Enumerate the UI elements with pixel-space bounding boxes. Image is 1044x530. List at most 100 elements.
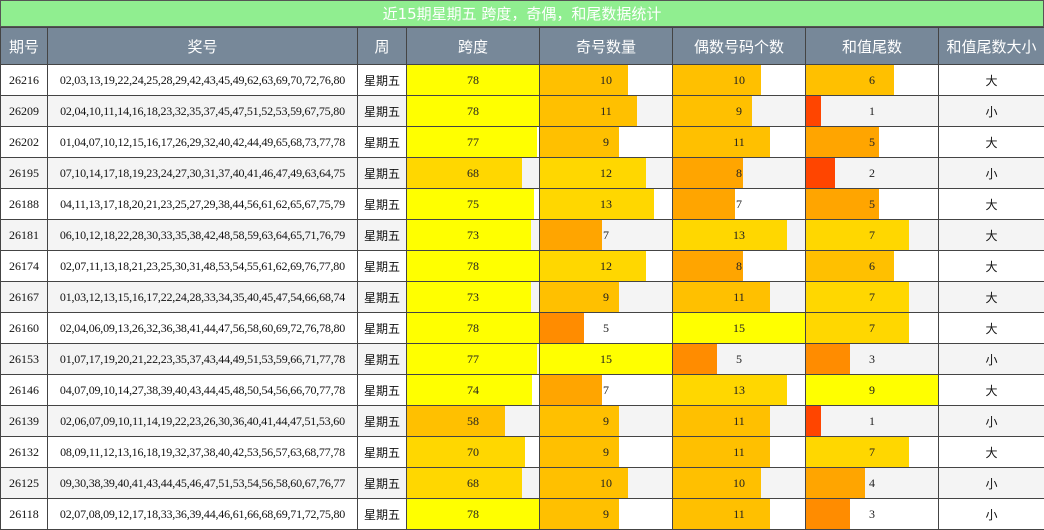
sum-tail-cell: 7	[806, 313, 939, 344]
sum-tail-value: 7	[806, 282, 938, 312]
header-numbers[interactable]: 奖号	[48, 28, 358, 65]
sum-tail-cell: 5	[806, 127, 939, 158]
even-count-cell: 15	[673, 313, 806, 344]
odd-count-cell: 9	[540, 499, 673, 530]
numbers-cell: 02,04,06,09,13,26,32,36,38,41,44,47,56,5…	[48, 313, 358, 344]
sum-tail-size-cell: 大	[939, 65, 1044, 96]
table-title: 近15期星期五 跨度，奇偶，和尾数据统计	[0, 0, 1044, 27]
odd-count-cell: 9	[540, 406, 673, 437]
sum-tail-size-cell: 大	[939, 189, 1044, 220]
even-count-value: 10	[673, 65, 805, 95]
sum-tail-size-cell: 小	[939, 406, 1044, 437]
numbers-cell: 01,07,17,19,20,21,22,23,35,37,43,44,49,5…	[48, 344, 358, 375]
span-value: 68	[407, 468, 539, 498]
odd-count-cell: 11	[540, 96, 673, 127]
issue-cell: 26181	[1, 220, 48, 251]
numbers-cell: 02,06,07,09,10,11,14,19,22,23,26,30,36,4…	[48, 406, 358, 437]
even-count-value: 13	[673, 220, 805, 250]
issue-cell: 26174	[1, 251, 48, 282]
even-count-value: 11	[673, 282, 805, 312]
header-sum-tail[interactable]: 和值尾数	[806, 28, 939, 65]
table-row[interactable]: 2616002,04,06,09,13,26,32,36,38,41,44,47…	[1, 313, 1044, 344]
sum-tail-cell: 6	[806, 251, 939, 282]
sum-tail-size-cell: 大	[939, 437, 1044, 468]
sum-tail-cell: 3	[806, 344, 939, 375]
issue-cell: 26160	[1, 313, 48, 344]
span-cell: 77	[407, 344, 540, 375]
odd-count-cell: 9	[540, 437, 673, 468]
table-row[interactable]: 2613902,06,07,09,10,11,14,19,22,23,26,30…	[1, 406, 1044, 437]
odd-count-value: 12	[540, 158, 672, 188]
table-row[interactable]: 2614604,07,09,10,14,27,38,39,40,43,44,45…	[1, 375, 1044, 406]
table-row[interactable]: 2618804,11,13,17,18,20,21,23,25,27,29,38…	[1, 189, 1044, 220]
span-value: 78	[407, 96, 539, 126]
odd-count-cell: 5	[540, 313, 673, 344]
table-row[interactable]: 2611802,07,08,09,12,17,18,33,36,39,44,46…	[1, 499, 1044, 530]
sum-tail-size-cell: 大	[939, 127, 1044, 158]
issue-cell: 26167	[1, 282, 48, 313]
table-row[interactable]: 2618106,10,12,18,22,28,30,33,35,38,42,48…	[1, 220, 1044, 251]
header-span[interactable]: 跨度	[407, 28, 540, 65]
even-count-cell: 13	[673, 220, 806, 251]
sum-tail-value: 1	[806, 96, 938, 126]
table-row[interactable]: 2621602,03,13,19,22,24,25,28,29,42,43,45…	[1, 65, 1044, 96]
sum-tail-value: 6	[806, 251, 938, 281]
table-body: 2621602,03,13,19,22,24,25,28,29,42,43,45…	[1, 65, 1044, 530]
table-row[interactable]: 2616701,03,12,13,15,16,17,22,24,28,33,34…	[1, 282, 1044, 313]
sum-tail-size-cell: 大	[939, 251, 1044, 282]
issue-cell: 26125	[1, 468, 48, 499]
even-count-cell: 10	[673, 468, 806, 499]
sum-tail-value: 3	[806, 344, 938, 374]
sum-tail-cell: 1	[806, 96, 939, 127]
even-count-value: 8	[673, 158, 805, 188]
sum-tail-cell: 7	[806, 437, 939, 468]
odd-count-cell: 7	[540, 375, 673, 406]
week-cell: 星期五	[358, 65, 407, 96]
span-cell: 75	[407, 189, 540, 220]
span-value: 78	[407, 251, 539, 281]
sum-tail-cell: 5	[806, 189, 939, 220]
header-week[interactable]: 周	[358, 28, 407, 65]
odd-count-value: 7	[540, 220, 672, 250]
table-row[interactable]: 2615301,07,17,19,20,21,22,23,35,37,43,44…	[1, 344, 1044, 375]
odd-count-value: 13	[540, 189, 672, 219]
even-count-value: 11	[673, 406, 805, 436]
week-cell: 星期五	[358, 406, 407, 437]
sum-tail-value: 7	[806, 437, 938, 467]
table-row[interactable]: 2619507,10,14,17,18,19,23,24,27,30,31,37…	[1, 158, 1044, 189]
sum-tail-cell: 7	[806, 220, 939, 251]
header-even-count[interactable]: 偶数号码个数	[673, 28, 806, 65]
table-row[interactable]: 2617402,07,11,13,18,21,23,25,30,31,48,53…	[1, 251, 1044, 282]
sum-tail-value: 7	[806, 220, 938, 250]
odd-count-cell: 7	[540, 220, 673, 251]
sum-tail-cell: 7	[806, 282, 939, 313]
numbers-cell: 01,04,07,10,12,15,16,17,26,29,32,40,42,4…	[48, 127, 358, 158]
issue-cell: 26195	[1, 158, 48, 189]
table-row[interactable]: 2613208,09,11,12,13,16,18,19,32,37,38,40…	[1, 437, 1044, 468]
sum-tail-value: 5	[806, 189, 938, 219]
odd-count-value: 15	[540, 344, 672, 374]
table-row[interactable]: 2612509,30,38,39,40,41,43,44,45,46,47,51…	[1, 468, 1044, 499]
odd-count-value: 10	[540, 65, 672, 95]
week-cell: 星期五	[358, 437, 407, 468]
span-cell: 73	[407, 220, 540, 251]
table-row[interactable]: 2620902,04,10,11,14,16,18,23,32,35,37,45…	[1, 96, 1044, 127]
week-cell: 星期五	[358, 375, 407, 406]
sum-tail-size-cell: 小	[939, 468, 1044, 499]
span-cell: 68	[407, 158, 540, 189]
header-sum-tail-size[interactable]: 和值尾数大小	[939, 28, 1044, 65]
sum-tail-size-cell: 大	[939, 313, 1044, 344]
sum-tail-value: 6	[806, 65, 938, 95]
span-cell: 77	[407, 127, 540, 158]
even-count-cell: 11	[673, 282, 806, 313]
header-issue[interactable]: 期号	[1, 28, 48, 65]
numbers-cell: 06,10,12,18,22,28,30,33,35,38,42,48,58,5…	[48, 220, 358, 251]
odd-count-cell: 12	[540, 251, 673, 282]
table-row[interactable]: 2620201,04,07,10,12,15,16,17,26,29,32,40…	[1, 127, 1044, 158]
even-count-cell: 11	[673, 499, 806, 530]
even-count-value: 11	[673, 437, 805, 467]
week-cell: 星期五	[358, 313, 407, 344]
odd-count-value: 5	[540, 313, 672, 343]
header-odd-count[interactable]: 奇号数量	[540, 28, 673, 65]
odd-count-value: 9	[540, 499, 672, 529]
